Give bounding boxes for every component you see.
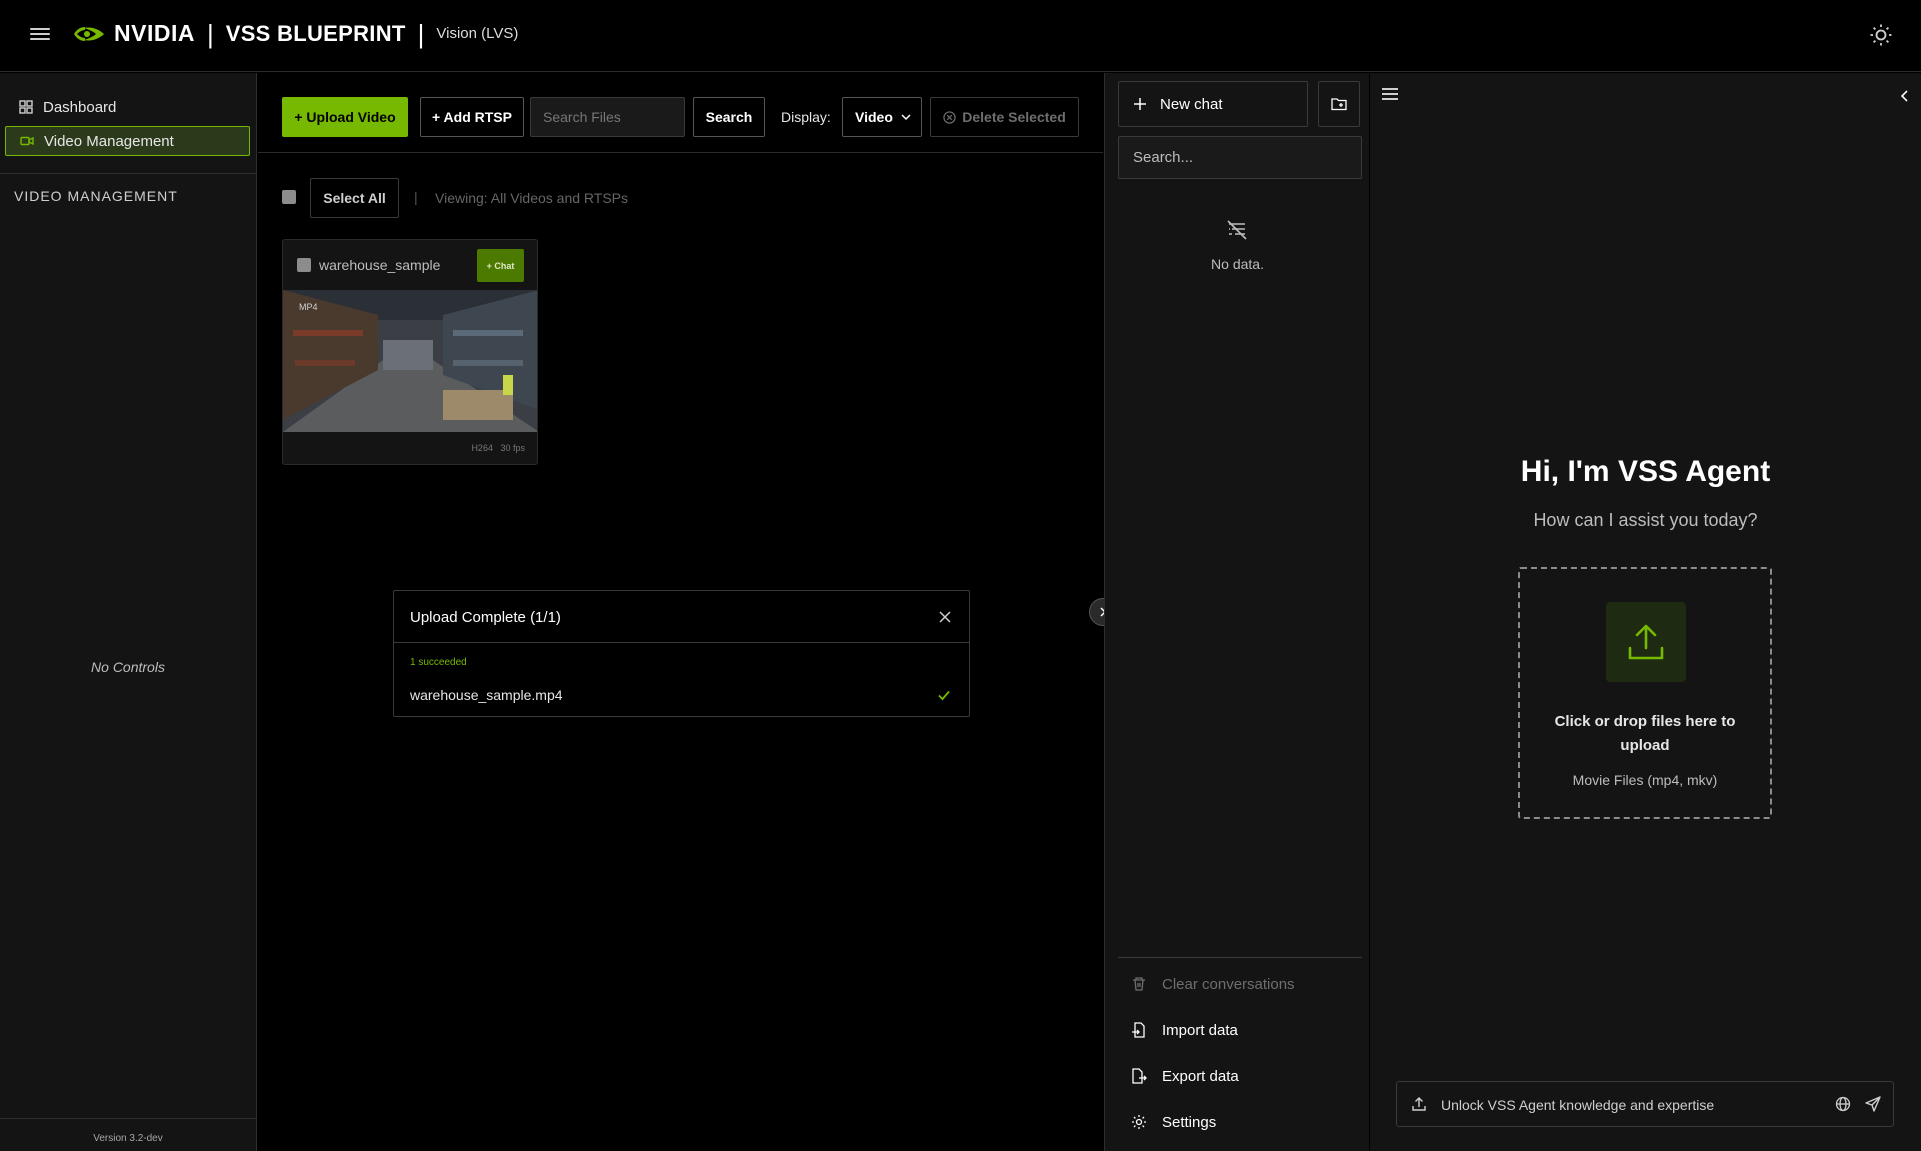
video-card[interactable]: warehouse_sample + Chat MP4 H264 30 fps [282,239,538,465]
import-data-button[interactable]: Import data [1131,1019,1238,1041]
sun-icon[interactable] [1869,23,1893,47]
nvidia-logo-icon [74,26,104,41]
close-circle-icon [943,110,956,124]
search-files-input[interactable] [530,97,685,137]
display-select[interactable]: Video [842,97,922,137]
codec-label: H264 [471,443,493,453]
delete-selected-button[interactable]: Delete Selected [930,97,1079,137]
chevron-down-icon [901,114,911,121]
divider [0,1118,256,1119]
upload-video-button[interactable]: + Upload Video [282,97,408,137]
sidebar: Dashboard Video Management VIDEO MANAGEM… [0,73,257,1151]
sidebar-item-dashboard[interactable]: Dashboard [5,92,250,122]
app-title: VSS BLUEPRINT [225,20,406,46]
sidebar-item-video-management[interactable]: Video Management [5,126,250,156]
video-icon [20,136,34,146]
file-dropzone[interactable]: Click or drop files here to upload Movie… [1518,567,1772,819]
video-thumbnail[interactable] [283,290,538,432]
import-icon [1132,1022,1145,1038]
video-card-checkbox[interactable] [297,258,311,272]
gear-icon [1132,1115,1146,1129]
video-meta: H264 30 fps [471,443,525,453]
globe-icon[interactable] [1835,1096,1851,1112]
upload-icon [1606,602,1686,682]
viewing-filter-text: Viewing: All Videos and RTSPs [435,190,629,206]
empty-state-text: No data. [1211,256,1264,272]
dropzone-text: Click or drop files here to upload [1554,713,1736,754]
no-controls-text: No Controls [91,659,165,675]
export-data-button[interactable]: Export data [1131,1065,1239,1087]
folder-plus-icon [1331,98,1347,111]
format-badge: MP4 [299,302,318,312]
new-folder-button[interactable] [1318,81,1360,127]
chat-search-input[interactable] [1118,136,1362,179]
menu-icon[interactable] [30,25,50,45]
settings-button[interactable]: Settings [1131,1111,1216,1133]
send-icon[interactable] [1865,1096,1881,1112]
no-data-icon [1227,220,1247,240]
brand: NVIDIA | VSS BLUEPRINT | Vision (LVS) [72,20,518,47]
main-content: + Upload Video + Add RTSP Search Display… [258,73,1103,1151]
upload-status-toast: Upload Complete (1/1) 1 succeeded wareho… [393,590,970,717]
section-title: VIDEO MANAGEMENT [14,188,178,204]
select-all-button[interactable]: Select All [310,178,399,218]
trash-icon [1133,977,1145,991]
toast-title: Upload Complete (1/1) [410,609,561,626]
display-label: Display: [781,109,831,125]
divider [1118,957,1362,958]
check-icon [938,690,950,701]
version-label: Version 3.2-dev [93,1133,163,1144]
dashboard-icon [19,100,33,114]
separator: | [414,189,418,205]
upload-icon[interactable] [1411,1096,1427,1112]
toast-file-name: warehouse_sample.mp4 [410,687,563,703]
select-all-checkbox[interactable] [282,190,296,204]
search-button[interactable]: Search [693,97,765,137]
add-rtsp-button[interactable]: + Add RTSP [420,97,524,137]
sidebar-item-label: Dashboard [43,98,117,116]
app-header: NVIDIA | VSS BLUEPRINT | Vision (LVS) [0,0,1921,72]
video-card-title: warehouse_sample [319,257,441,273]
new-chat-button[interactable]: New chat [1118,81,1308,127]
agent-subtitle: How can I assist you today? [1533,510,1758,530]
brand-name: NVIDIA [114,20,195,46]
app-subtitle: Vision (LVS) [436,25,519,42]
chat-button[interactable]: + Chat [477,249,524,282]
toolbar: + Upload Video + Add RTSP Search Display… [258,73,1103,153]
sidebar-item-label: Video Management [44,132,174,150]
menu-icon[interactable] [1382,88,1398,102]
export-icon [1132,1068,1147,1084]
dropzone-types: Movie Files (mp4, mkv) [1572,772,1718,788]
agent-greeting: Hi, I'm VSS Agent [1520,455,1771,488]
clear-conversations-button[interactable]: Clear conversations [1131,973,1295,995]
agent-panel: Hi, I'm VSS Agent How can I assist you t… [1370,73,1921,1151]
chat-composer [1396,1081,1894,1127]
close-icon[interactable] [939,611,951,623]
divider [0,173,256,174]
toast-status: 1 succeeded [410,657,467,668]
plus-icon [1134,98,1146,110]
chat-message-input[interactable] [1441,1090,1811,1120]
fps-label: 30 fps [500,443,525,453]
chat-history-panel: New chat No data. Clear conversations Im… [1104,73,1369,1151]
chevron-left-icon[interactable] [1899,89,1911,103]
